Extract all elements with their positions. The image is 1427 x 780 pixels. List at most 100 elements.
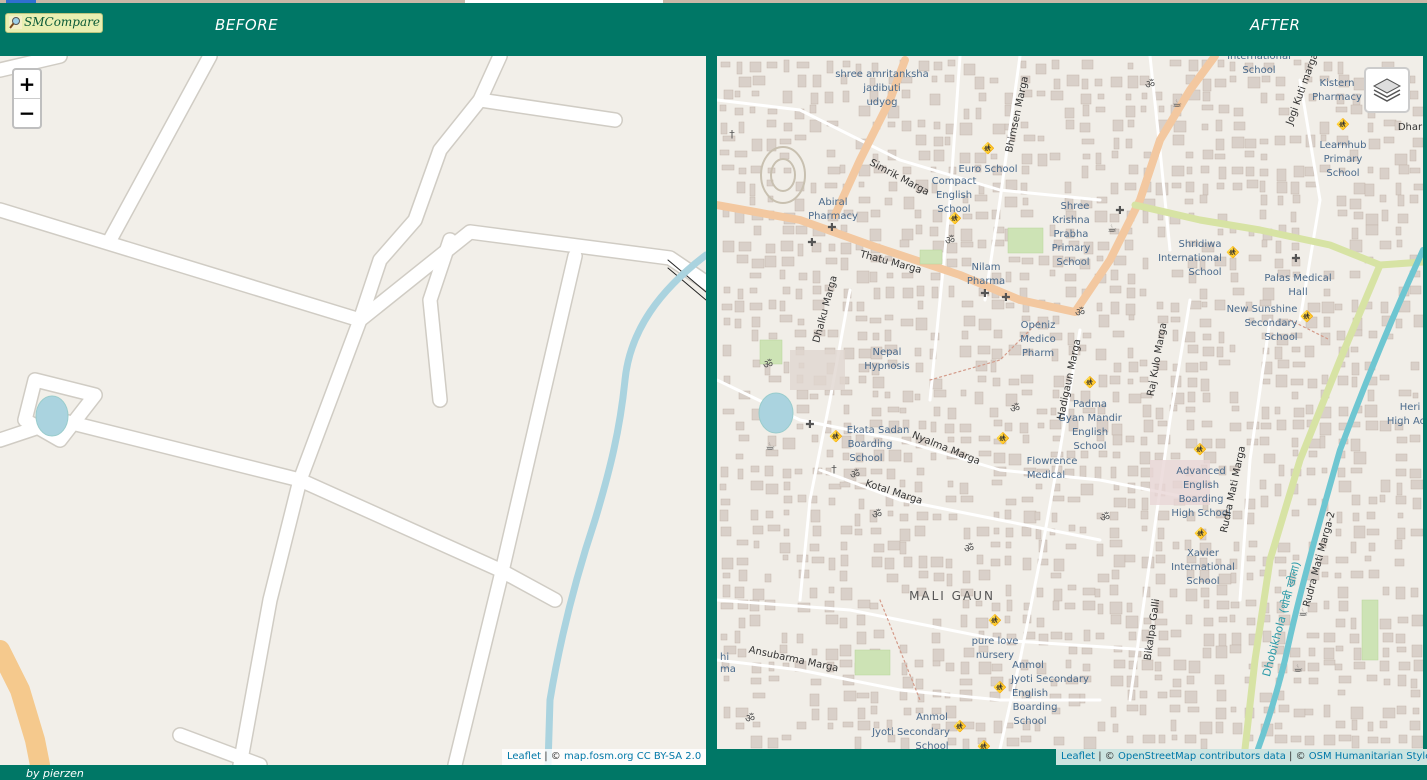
building <box>1185 588 1198 602</box>
building <box>870 691 879 704</box>
building <box>1021 496 1034 503</box>
building <box>854 513 861 527</box>
building <box>1274 406 1281 415</box>
building <box>1259 209 1267 220</box>
building <box>1248 540 1258 548</box>
building <box>1023 510 1037 524</box>
building <box>1215 119 1223 132</box>
building <box>811 648 818 656</box>
building <box>722 344 732 357</box>
building <box>961 300 974 308</box>
building <box>933 572 945 582</box>
building <box>1172 678 1182 688</box>
building <box>1290 735 1302 743</box>
building <box>723 286 731 294</box>
pharmacy-icon: ✚ <box>980 287 989 300</box>
building <box>828 243 836 252</box>
building <box>1125 615 1139 629</box>
building <box>1094 78 1103 87</box>
building <box>1064 273 1077 282</box>
building <box>1275 76 1286 87</box>
edge-label: hi <box>720 652 729 663</box>
building <box>1398 661 1411 671</box>
leaflet-link[interactable]: Leaflet <box>1061 751 1095 762</box>
after-map[interactable]: 🚸 🚸 🚸 🚸 🚸 🚸 🚸 🚸 🚸 🚸 🚸 🚸 🚸 🚸 ✚ ✚ ✚ ✚ ✚ ✚ ✚ ॐ ॐ ॐ ॐ ॐ ॐ ॐ ॐ ॐ ॐ ☕ ☕ ☕ ☕ ☕ † † s… <box>717 56 1423 749</box>
building <box>1323 316 1331 328</box>
hot-style-link[interactable]: OSM Humanitarian Style <box>1309 751 1427 762</box>
place-label: Nilam <box>972 262 1001 273</box>
building <box>825 614 839 625</box>
building <box>1382 707 1396 719</box>
building <box>1368 330 1378 339</box>
layers-button[interactable] <box>1364 67 1410 113</box>
building <box>828 557 836 571</box>
building <box>1021 153 1033 165</box>
place-label: Boarding <box>1013 702 1058 713</box>
building <box>888 181 898 192</box>
building <box>1383 136 1395 144</box>
building <box>1244 150 1255 158</box>
building <box>1293 677 1302 684</box>
building <box>1184 734 1197 744</box>
zoom-in-button[interactable]: + <box>14 70 40 99</box>
building <box>1095 152 1102 165</box>
building <box>810 509 821 523</box>
place-label: International <box>1158 253 1222 264</box>
building <box>1214 674 1225 685</box>
building <box>1409 149 1417 162</box>
building <box>1110 675 1124 687</box>
building <box>1186 675 1195 685</box>
building <box>930 421 937 433</box>
building <box>1396 436 1408 444</box>
building <box>1080 450 1089 459</box>
building <box>1004 422 1013 432</box>
pharmacy-icon: ✚ <box>1291 252 1300 265</box>
license-link[interactable]: CC BY-SA 2.0 <box>637 751 701 762</box>
before-map[interactable] <box>0 56 706 765</box>
building <box>1395 468 1407 477</box>
building <box>944 136 951 146</box>
building <box>948 513 958 521</box>
building <box>931 75 938 83</box>
fosm-link[interactable]: map.fosm.org <box>564 751 634 762</box>
building <box>1397 194 1405 207</box>
building <box>1304 345 1315 358</box>
building <box>974 391 984 405</box>
building <box>1199 721 1213 735</box>
building <box>811 434 819 443</box>
building <box>1201 301 1208 308</box>
street-label: Rudra Mati Marga <box>1219 445 1248 534</box>
street-label: Dhar <box>1398 122 1423 133</box>
building <box>723 89 734 100</box>
building <box>1158 105 1165 113</box>
building <box>901 89 911 99</box>
building <box>1050 407 1057 416</box>
building <box>783 495 793 504</box>
leaflet-link[interactable]: Leaflet <box>507 751 541 762</box>
building <box>1323 61 1333 72</box>
building <box>1353 525 1366 539</box>
building <box>886 272 894 279</box>
building <box>1202 333 1212 341</box>
building <box>978 318 992 331</box>
building <box>736 181 746 194</box>
building <box>1036 587 1044 598</box>
building <box>751 258 765 269</box>
school-icon: 🚸 <box>1194 527 1208 540</box>
smcompare-logo[interactable]: SMCompare <box>5 13 103 33</box>
building <box>1187 377 1198 388</box>
building <box>1170 452 1181 460</box>
zoom-out-button[interactable]: − <box>14 99 40 127</box>
building <box>870 209 881 218</box>
building <box>915 224 923 235</box>
building <box>1214 153 1226 160</box>
building <box>887 121 896 128</box>
building <box>856 614 866 626</box>
building <box>812 74 822 88</box>
place-label: pure love <box>972 636 1019 647</box>
building <box>1216 600 1230 610</box>
building <box>795 225 808 235</box>
building <box>1262 378 1271 385</box>
osm-link[interactable]: OpenStreetMap contributors data <box>1118 751 1286 762</box>
building <box>827 722 834 730</box>
